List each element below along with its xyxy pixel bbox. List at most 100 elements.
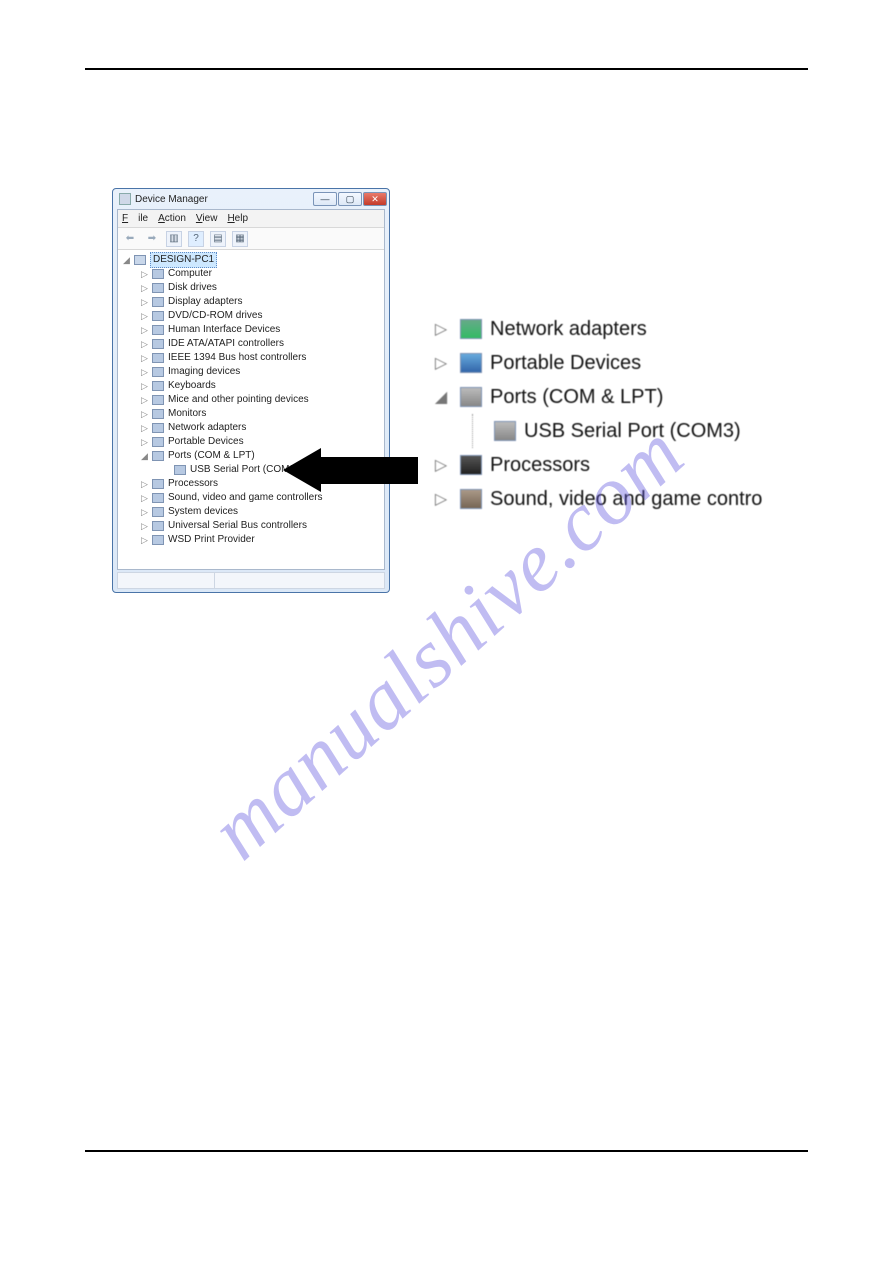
leaf-spacer [162, 466, 171, 475]
expand-icon[interactable]: ▷ [140, 396, 149, 405]
close-button[interactable]: ✕ [363, 192, 387, 206]
device-icon [152, 493, 164, 503]
tree-item-mice[interactable]: ▷Mice and other pointing devices [118, 393, 384, 407]
port-icon [494, 421, 516, 441]
expand-icon[interactable]: ▷ [140, 382, 149, 391]
tree-label: Keyboards [168, 379, 216, 393]
maximize-button[interactable]: ▢ [338, 192, 362, 206]
expand-icon[interactable]: ▷ [140, 284, 149, 293]
toolbar-properties-button[interactable]: ▤ [210, 231, 226, 247]
tree-item-monitors[interactable]: ▷ Monitors [118, 407, 384, 421]
tree-label: Network adapters [168, 421, 246, 435]
zoom-label: Processors [490, 454, 590, 477]
device-icon [152, 381, 164, 391]
toolbar-help-button[interactable]: ? [188, 231, 204, 247]
expand-icon[interactable]: ▷ [140, 340, 149, 349]
device-icon [152, 353, 164, 363]
device-icon [152, 535, 164, 545]
expand-icon[interactable]: ▷ [140, 494, 149, 503]
menu-view[interactable]: View [196, 213, 218, 224]
device-manager-window: Device Manager — ▢ ✕ File Action View He… [112, 188, 390, 593]
tree-item-computer[interactable]: ▷Computer [118, 267, 384, 281]
menu-file[interactable]: File [122, 213, 148, 224]
expand-icon[interactable]: ▷ [140, 368, 149, 377]
arrow-shaft [320, 457, 418, 484]
tree-item-network-adapters[interactable]: ▷ Network adapters [118, 421, 384, 435]
titlebar[interactable]: Device Manager — ▢ ✕ [113, 189, 389, 209]
toolbar-scan-button[interactable]: ▦ [232, 231, 248, 247]
back-icon: ⬅ [126, 233, 134, 244]
tree-item-ieee1394[interactable]: ▷IEEE 1394 Bus host controllers [118, 351, 384, 365]
tree-item-dvd-cd[interactable]: ▷DVD/CD-ROM drives [118, 309, 384, 323]
expand-icon[interactable]: ▷ [140, 480, 149, 489]
forward-icon: ➡ [148, 233, 156, 244]
tree-item-portable-devices[interactable]: ▷ Portable Devices [118, 435, 384, 449]
zoom-label: Portable Devices [490, 352, 641, 375]
callout-arrow [283, 448, 418, 493]
menu-action[interactable]: Action [158, 213, 186, 224]
tree-item-sound[interactable]: ▷Sound, video and game controllers [118, 491, 384, 505]
tree-label: Processors [168, 477, 218, 491]
tree-item-wsd[interactable]: ▷WSD Print Provider [118, 533, 384, 547]
tree-root-label: DESIGN-PC1 [150, 252, 217, 268]
tree-label: Monitors [168, 407, 206, 421]
device-icon [152, 409, 164, 419]
nav-forward-button[interactable]: ➡ [144, 231, 160, 247]
collapse-icon: ◢ [432, 387, 450, 407]
toolbar: ⬅ ➡ ▥ ? ▤ ▦ [118, 228, 384, 250]
tree-item-system-devices[interactable]: ▷System devices [118, 505, 384, 519]
device-tree[interactable]: ◢ DESIGN-PC1 ▷Computer ▷Disk drives ▷ Dis… [118, 250, 384, 569]
tree-label: Display adapters [168, 295, 242, 309]
collapse-icon[interactable]: ◢ [140, 452, 149, 461]
tree-connector [472, 414, 490, 448]
device-icon [152, 423, 164, 433]
tree-item-display-adapters[interactable]: ▷ Display adapters [118, 295, 384, 309]
tree-item-disk-drives[interactable]: ▷Disk drives [118, 281, 384, 295]
expand-icon[interactable]: ▷ [140, 312, 149, 321]
expand-icon[interactable]: ▷ [140, 424, 149, 433]
tree-item-imaging[interactable]: ▷Imaging devices [118, 365, 384, 379]
expand-icon[interactable]: ▷ [140, 508, 149, 517]
tree-label: IDE ATA/ATAPI controllers [168, 337, 284, 351]
tree-item-keyboards[interactable]: ▷ Keyboards [118, 379, 384, 393]
port-icon [174, 465, 186, 475]
portable-device-icon [460, 353, 482, 373]
minimize-glyph: — [321, 194, 330, 204]
scan-icon: ▦ [235, 233, 244, 244]
expand-icon[interactable]: ▷ [140, 522, 149, 531]
processor-icon [460, 455, 482, 475]
expand-icon[interactable]: ▷ [140, 270, 149, 279]
expand-icon[interactable]: ▷ [140, 438, 149, 447]
tree-label: Portable Devices [168, 435, 244, 449]
zoom-item-network-adapters: ▷ Network adapters [432, 312, 812, 346]
tree-item-ide[interactable]: ▷ IDE ATA/ATAPI controllers [118, 337, 384, 351]
network-adapter-icon [460, 319, 482, 339]
tree-label: Human Interface Devices [168, 323, 280, 337]
tree-item-hid[interactable]: ▷ Human Interface Devices [118, 323, 384, 337]
device-icon [152, 521, 164, 531]
device-icon [152, 395, 164, 405]
tree-item-usb-controllers[interactable]: ▷Universal Serial Bus controllers [118, 519, 384, 533]
sound-icon [460, 489, 482, 509]
collapse-icon[interactable]: ◢ [122, 256, 131, 265]
menu-help[interactable]: Help [227, 213, 248, 224]
zoom-label: Ports (COM & LPT) [490, 386, 663, 409]
expand-icon[interactable]: ▷ [140, 326, 149, 335]
toolbar-list-button[interactable]: ▥ [166, 231, 182, 247]
page-rule-bottom [85, 1150, 808, 1152]
port-icon [460, 387, 482, 407]
zoom-item-ports: ◢ Ports (COM & LPT) [432, 380, 812, 414]
menubar[interactable]: File Action View Help [118, 210, 384, 228]
expand-icon[interactable]: ▷ [140, 298, 149, 307]
expand-icon[interactable]: ▷ [140, 410, 149, 419]
minimize-button[interactable]: — [313, 192, 337, 206]
nav-back-button[interactable]: ⬅ [122, 231, 138, 247]
zoom-item-sound: ▷ Sound, video and game contro [432, 482, 812, 516]
device-icon [152, 507, 164, 517]
zoom-item-processors: ▷ Processors [432, 448, 812, 482]
expand-icon: ▷ [432, 353, 450, 373]
expand-icon[interactable]: ▷ [140, 536, 149, 545]
help-icon: ? [193, 233, 199, 244]
expand-icon[interactable]: ▷ [140, 354, 149, 363]
tree-root[interactable]: ◢ DESIGN-PC1 [118, 253, 384, 267]
